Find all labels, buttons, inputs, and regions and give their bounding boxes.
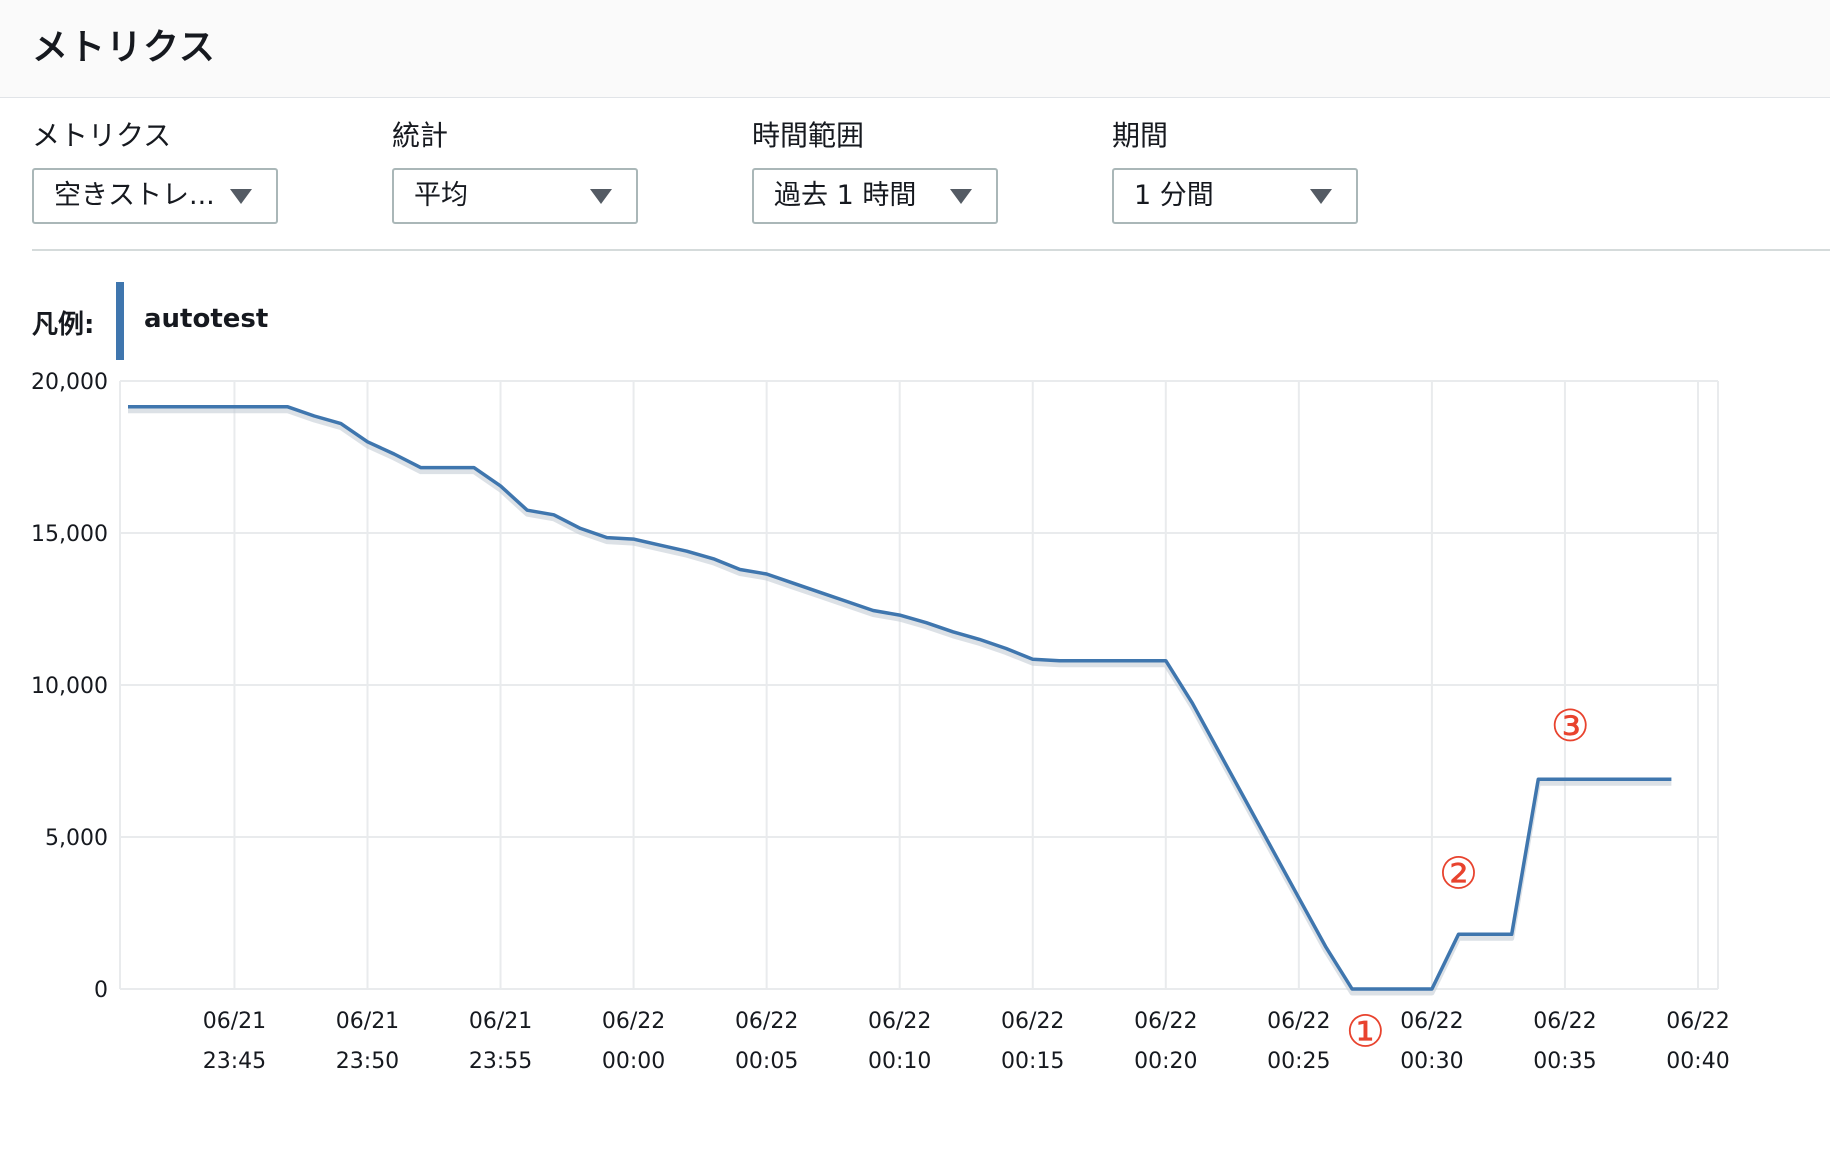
period-filter: 期間 1 分間	[1112, 118, 1358, 224]
y-tick-label: 10,000	[31, 674, 108, 699]
divider	[32, 249, 1830, 251]
time-range-filter: 時間範囲 過去 1 時間	[752, 118, 998, 224]
y-tick-label: 0	[94, 978, 108, 1003]
x-tick-date-label: 06/21	[203, 1009, 266, 1034]
caret-down-icon	[230, 189, 252, 204]
x-tick-date-label: 06/21	[469, 1009, 532, 1034]
x-tick-time-label: 00:25	[1267, 1049, 1330, 1074]
x-tick-date-label: 06/21	[336, 1009, 399, 1034]
statistic-select[interactable]: 平均	[392, 168, 638, 224]
x-tick-date-label: 06/22	[1666, 1009, 1729, 1034]
x-tick-time-label: 00:15	[1001, 1049, 1064, 1074]
x-tick-date-label: 06/22	[1001, 1009, 1064, 1034]
x-tick-time-label: 00:35	[1533, 1049, 1596, 1074]
y-tick-label: 5,000	[45, 826, 108, 851]
y-tick-label: 20,000	[31, 370, 108, 395]
x-tick-date-label: 06/22	[1400, 1009, 1463, 1034]
annotation-marker: ②	[1439, 849, 1478, 900]
metric-select-value: 空きストレ...	[54, 180, 215, 211]
annotation-marker: ③	[1551, 701, 1590, 752]
legend-swatch	[116, 282, 124, 360]
statistic-filter-label: 統計	[392, 119, 449, 152]
page-title: メトリクス	[32, 27, 216, 68]
time-range-filter-label: 時間範囲	[752, 119, 865, 152]
annotation-marker: ①	[1346, 1007, 1385, 1058]
statistic-filter: 統計 平均	[392, 118, 638, 224]
x-tick-date-label: 06/22	[1267, 1009, 1330, 1034]
x-tick-time-label: 00:30	[1400, 1049, 1463, 1074]
x-tick-time-label: 00:10	[868, 1049, 931, 1074]
statistic-select-value: 平均	[414, 180, 468, 211]
x-tick-time-label: 00:05	[735, 1049, 798, 1074]
line-chart: 0 5,000 10,000 15,000 20,000 06/21 23:45 06/21 2…	[31, 370, 1730, 1074]
caret-down-icon	[1310, 189, 1332, 204]
legend-series-name[interactable]: autotest	[144, 304, 268, 334]
x-tick-date-label: 06/22	[1533, 1009, 1596, 1034]
x-tick-time-label: 23:55	[469, 1049, 532, 1074]
period-select-value: 1 分間	[1134, 180, 1214, 211]
metric-select[interactable]: 空きストレ...	[32, 168, 278, 224]
x-tick-time-label: 00:00	[602, 1049, 665, 1074]
metric-filter: メトリクス 空きストレ...	[32, 118, 278, 224]
y-tick-label: 15,000	[31, 522, 108, 547]
x-tick-time-label: 00:40	[1666, 1049, 1729, 1074]
x-tick-time-label: 23:45	[203, 1049, 266, 1074]
time-range-select-value: 過去 1 時間	[774, 180, 917, 211]
period-filter-label: 期間	[1112, 119, 1169, 152]
period-select[interactable]: 1 分間	[1112, 168, 1358, 224]
page-header: メトリクス	[0, 0, 1830, 98]
caret-down-icon	[950, 189, 972, 204]
legend-label: 凡例:	[32, 310, 95, 340]
caret-down-icon	[590, 189, 612, 204]
metric-filter-label: メトリクス	[32, 119, 172, 152]
x-tick-time-label: 23:50	[336, 1049, 399, 1074]
x-tick-date-label: 06/22	[1134, 1009, 1197, 1034]
time-range-select[interactable]: 過去 1 時間	[752, 168, 998, 224]
x-tick-time-label: 00:20	[1134, 1049, 1197, 1074]
x-tick-date-label: 06/22	[735, 1009, 798, 1034]
x-tick-date-label: 06/22	[868, 1009, 931, 1034]
x-tick-date-label: 06/22	[602, 1009, 665, 1034]
